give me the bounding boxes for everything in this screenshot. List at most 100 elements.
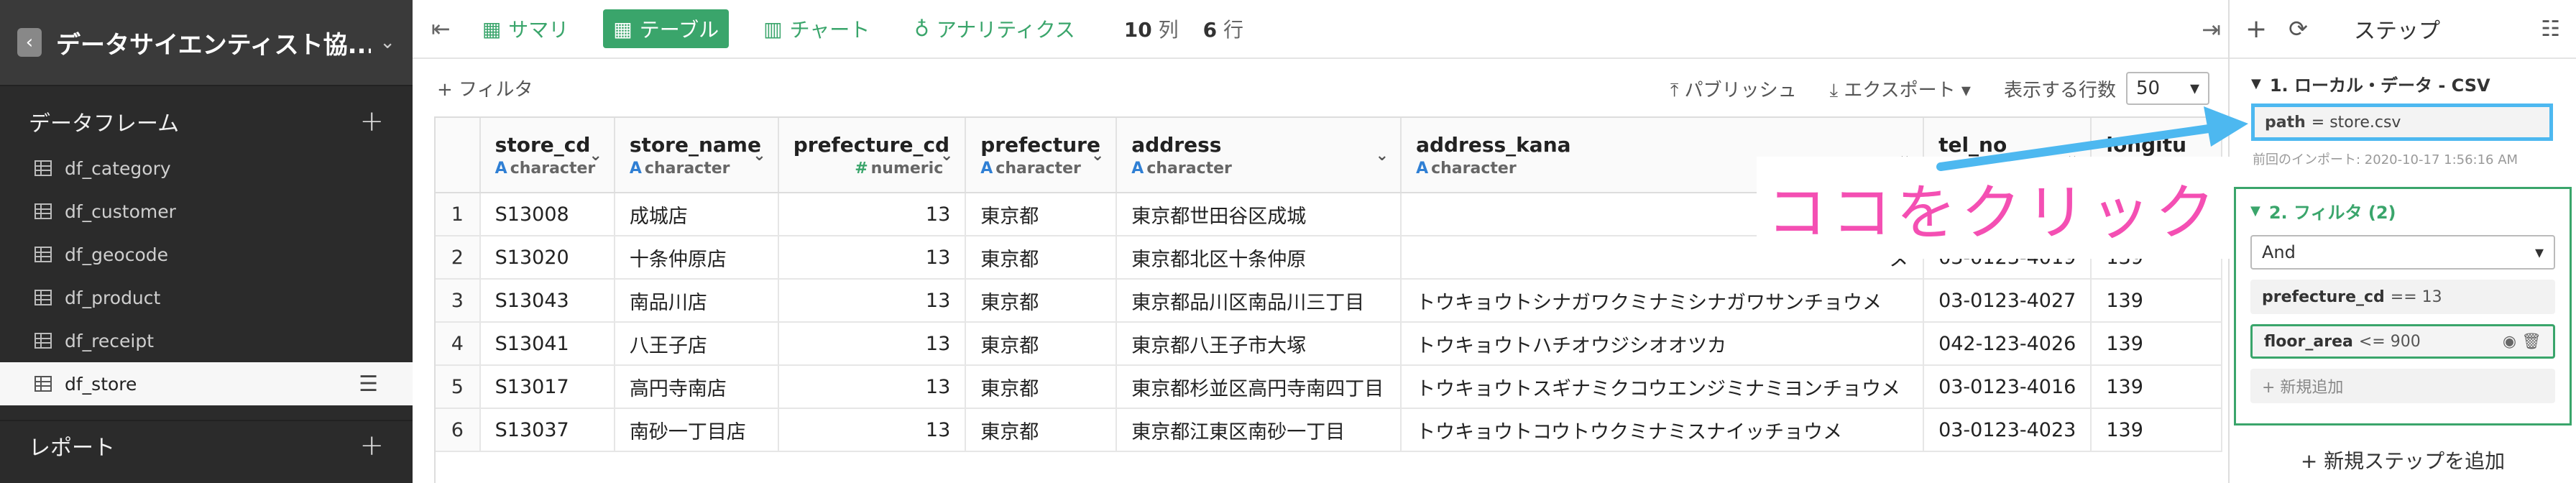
tab-chart[interactable]: ▥ チャート xyxy=(753,9,880,48)
tab-analytics[interactable]: ♁ アナリティクス xyxy=(904,9,1085,48)
trash-icon[interactable]: 🗑 xyxy=(2521,333,2542,351)
publish-button[interactable]: ⤒ パブリッシュ xyxy=(1670,75,1797,102)
character-type-icon: A xyxy=(629,159,642,178)
add-report-icon[interactable]: + xyxy=(359,429,384,462)
chevron-down-icon[interactable]: ⌄ xyxy=(940,147,953,165)
table-cell: 03-0123-4027 xyxy=(1923,279,2092,323)
dimension-counts: 10 列 6 行 xyxy=(1124,14,1243,43)
project-header[interactable]: ‹ データサイエンティスト協... ⌄ xyxy=(0,0,413,86)
column-header[interactable]: store_name Acharacter ⌄ xyxy=(614,118,779,193)
export-label: エクスポート xyxy=(1844,79,1956,101)
table-cell: 139 xyxy=(2091,279,2222,323)
sidebar-item-label: df_category xyxy=(65,157,171,179)
chevron-down-icon[interactable]: ⌄ xyxy=(380,32,395,53)
filter-condition[interactable]: floor_area <= 900 ◉ 🗑 xyxy=(2250,324,2555,359)
add-filter-button[interactable]: + フィルタ xyxy=(437,75,533,101)
table-cell: 高円寺南店 xyxy=(614,365,779,409)
chevron-down-icon[interactable]: ⌄ xyxy=(589,147,602,165)
rows-per-page: 表示する行数 50 ▾ xyxy=(2004,72,2209,105)
table-cell: トウキョウトシナガワクミナミシナガワサンチョウメ xyxy=(1401,279,1925,323)
chevron-down-icon[interactable]: ⌄ xyxy=(1376,147,1389,165)
column-type: Acharacter xyxy=(980,160,1101,178)
upload-icon: ⤒ xyxy=(1670,79,1685,101)
table-row[interactable]: 3 S13043 南品川店 13 東京都 東京都品川区南品川三丁目 トウキョウトシナガワクミ… xyxy=(436,279,2222,323)
path-key: path xyxy=(2265,113,2306,132)
table-cell: トウキョウトコウトウクミナミスナイッチョウメ xyxy=(1401,408,1925,452)
column-type-label: character xyxy=(1431,159,1517,178)
sidebar-item-label: df_geocode xyxy=(65,244,169,265)
condition-column: prefecture_cd xyxy=(2262,288,2385,306)
column-header[interactable]: prefecture_cd # numeric ⌄ xyxy=(778,118,967,193)
sidebar-item-df-category[interactable]: df_category xyxy=(0,147,413,190)
column-header[interactable]: address Acharacter ⌄ xyxy=(1116,118,1402,193)
table-row[interactable]: 5 S13017 高円寺南店 13 東京都 東京都杉並区高円寺南四丁目 トウキョウトスギナミ… xyxy=(436,365,2222,409)
character-type-icon: A xyxy=(1416,159,1429,178)
chevron-down-icon[interactable]: ⌄ xyxy=(753,147,765,165)
hamburger-menu-icon[interactable]: ☰ xyxy=(359,372,378,397)
row-count-value: 6 xyxy=(1202,18,1218,42)
add-condition-button[interactable]: + 新規追加 xyxy=(2250,369,2555,403)
add-dataframe-icon[interactable]: + xyxy=(359,105,384,138)
row-number-cell: 4 xyxy=(436,322,481,366)
path-value: = store.csv xyxy=(2311,113,2401,132)
sidebar-item-df-product[interactable]: df_product xyxy=(0,276,413,319)
table-cell: 東京都 xyxy=(965,322,1118,366)
table-cell: 139 xyxy=(2091,408,2222,452)
table-actions-bar: + フィルタ ⤒ パブリッシュ ⤓ エクスポート ▾ 表示する行数 50 ▾ xyxy=(413,59,2228,116)
column-header[interactable]: store_cd Acharacter ⌄ xyxy=(479,118,615,193)
sliders-icon[interactable]: ☷ xyxy=(2541,17,2560,42)
filter-condition[interactable]: prefecture_cd == 13 xyxy=(2250,280,2555,314)
table-icon xyxy=(34,333,52,349)
column-count-value: 10 xyxy=(1123,18,1152,42)
rows-per-page-select[interactable]: 50 ▾ xyxy=(2126,72,2209,105)
caret-down-icon: ▾ xyxy=(2534,242,2544,262)
collapse-left-icon[interactable]: ⇤ xyxy=(431,15,451,42)
steps-title: ステップ xyxy=(2353,19,2440,44)
table-cell: 東京都江東区南砂一丁目 xyxy=(1116,408,1402,452)
logic-select[interactable]: And ▾ xyxy=(2250,235,2555,270)
tab-summary[interactable]: ▦ サマリ xyxy=(472,9,579,48)
publish-label: パブリッシュ xyxy=(1684,79,1797,101)
eye-icon[interactable]: ◉ xyxy=(2503,333,2516,351)
column-type: Acharacter xyxy=(630,160,763,178)
table-cell: 東京都世田谷区成城 xyxy=(1116,193,1402,236)
table-row[interactable]: 4 S13041 八王子店 13 東京都 東京都八王子市大塚 トウキョウトハチオウジシオオツ… xyxy=(436,322,2222,366)
project-title: データサイエンティスト協... xyxy=(56,30,372,60)
column-type-label: character xyxy=(644,159,730,178)
table-cell: 03-0123-4016 xyxy=(1923,365,2092,409)
table-cell: S13041 xyxy=(479,322,615,366)
step-1-header[interactable]: ▼ 1. ローカル・データ - CSV xyxy=(2230,63,2576,104)
table-cell: 八王子店 xyxy=(614,322,779,366)
table-cell: 13 xyxy=(778,408,967,452)
step-2-header[interactable]: ▼ 2. フィルタ (2) xyxy=(2236,189,2570,232)
column-name: prefecture xyxy=(980,132,1100,157)
table-cell: 東京都北区十条仲原 xyxy=(1116,236,1402,280)
back-arrow-icon[interactable]: ‹ xyxy=(17,28,42,57)
sidebar-item-df-customer[interactable]: df_customer xyxy=(0,190,413,233)
table-cell: 139 xyxy=(2091,365,2222,409)
dataframes-section: データフレーム + xyxy=(0,96,413,147)
row-count-unit: 行 xyxy=(1223,18,1244,42)
column-type: Acharacter xyxy=(1131,160,1386,178)
refresh-icon[interactable]: ⟳ xyxy=(2288,15,2308,42)
sidebar-item-df-receipt[interactable]: df_receipt xyxy=(0,319,413,362)
sidebar-item-df-geocode[interactable]: df_geocode xyxy=(0,233,413,276)
add-icon[interactable]: + xyxy=(2245,14,2267,44)
column-header[interactable]: prefecture Acharacter ⌄ xyxy=(965,118,1118,193)
table-row[interactable]: 6 S13037 南砂一丁目店 13 東京都 東京都江東区南砂一丁目 トウキョウトコウトウク… xyxy=(436,408,2222,452)
column-name: tel_no xyxy=(1938,132,2007,157)
callout-text: ココをクリック！ xyxy=(1767,177,2285,248)
reports-label: レポート xyxy=(29,436,115,461)
tab-table[interactable]: ▦ テーブル xyxy=(603,9,730,48)
sidebar-item-df-store[interactable]: df_store ☰ xyxy=(0,362,413,405)
add-step-button[interactable]: + 新規ステップを追加 xyxy=(2230,446,2576,474)
column-name: address xyxy=(1131,132,1222,157)
export-button[interactable]: ⤓ エクスポート ▾ xyxy=(1830,75,1971,102)
path-parameter[interactable]: path = store.csv xyxy=(2251,104,2553,141)
table-cell: S13037 xyxy=(479,408,615,452)
condition-column: floor_area xyxy=(2264,332,2353,351)
expand-right-icon[interactable]: ⇥ xyxy=(2202,16,2221,43)
row-number-cell: 1 xyxy=(436,193,481,236)
chevron-down-icon[interactable]: ⌄ xyxy=(1091,147,1104,165)
tab-table-label: テーブル xyxy=(639,18,719,42)
